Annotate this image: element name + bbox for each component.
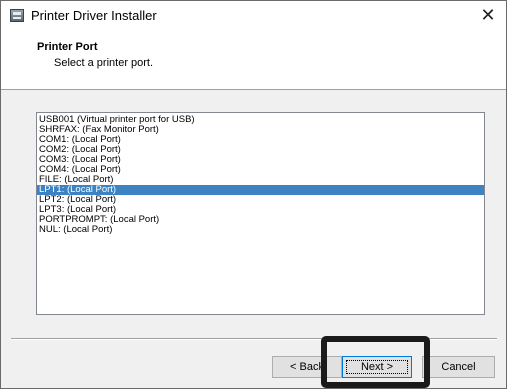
next-button[interactable]: Next >	[342, 356, 412, 378]
cancel-button-label: Cancel	[441, 361, 476, 373]
installer-window: Printer Driver Installer ✕ Printer Port …	[0, 0, 507, 389]
next-button-label: Next >	[360, 361, 394, 373]
title-bar: Printer Driver Installer ✕	[1, 1, 506, 31]
page-subtitle: Select a printer port.	[54, 57, 154, 69]
cancel-button[interactable]: Cancel	[422, 356, 495, 378]
page-title: Printer Port	[37, 41, 98, 53]
port-list-item[interactable]: NUL: (Local Port)	[37, 225, 484, 235]
back-button[interactable]: < Back	[272, 356, 342, 378]
printer-app-icon	[10, 9, 24, 22]
window-title: Printer Driver Installer	[31, 8, 157, 23]
printer-port-list[interactable]: USB001 (Virtual printer port for USB) SHR…	[36, 112, 485, 315]
footer-divider	[11, 338, 497, 340]
back-button-label: < Back	[290, 361, 324, 373]
header-panel: Printer Port Select a printer port.	[1, 31, 506, 90]
close-icon[interactable]: ✕	[475, 4, 501, 28]
